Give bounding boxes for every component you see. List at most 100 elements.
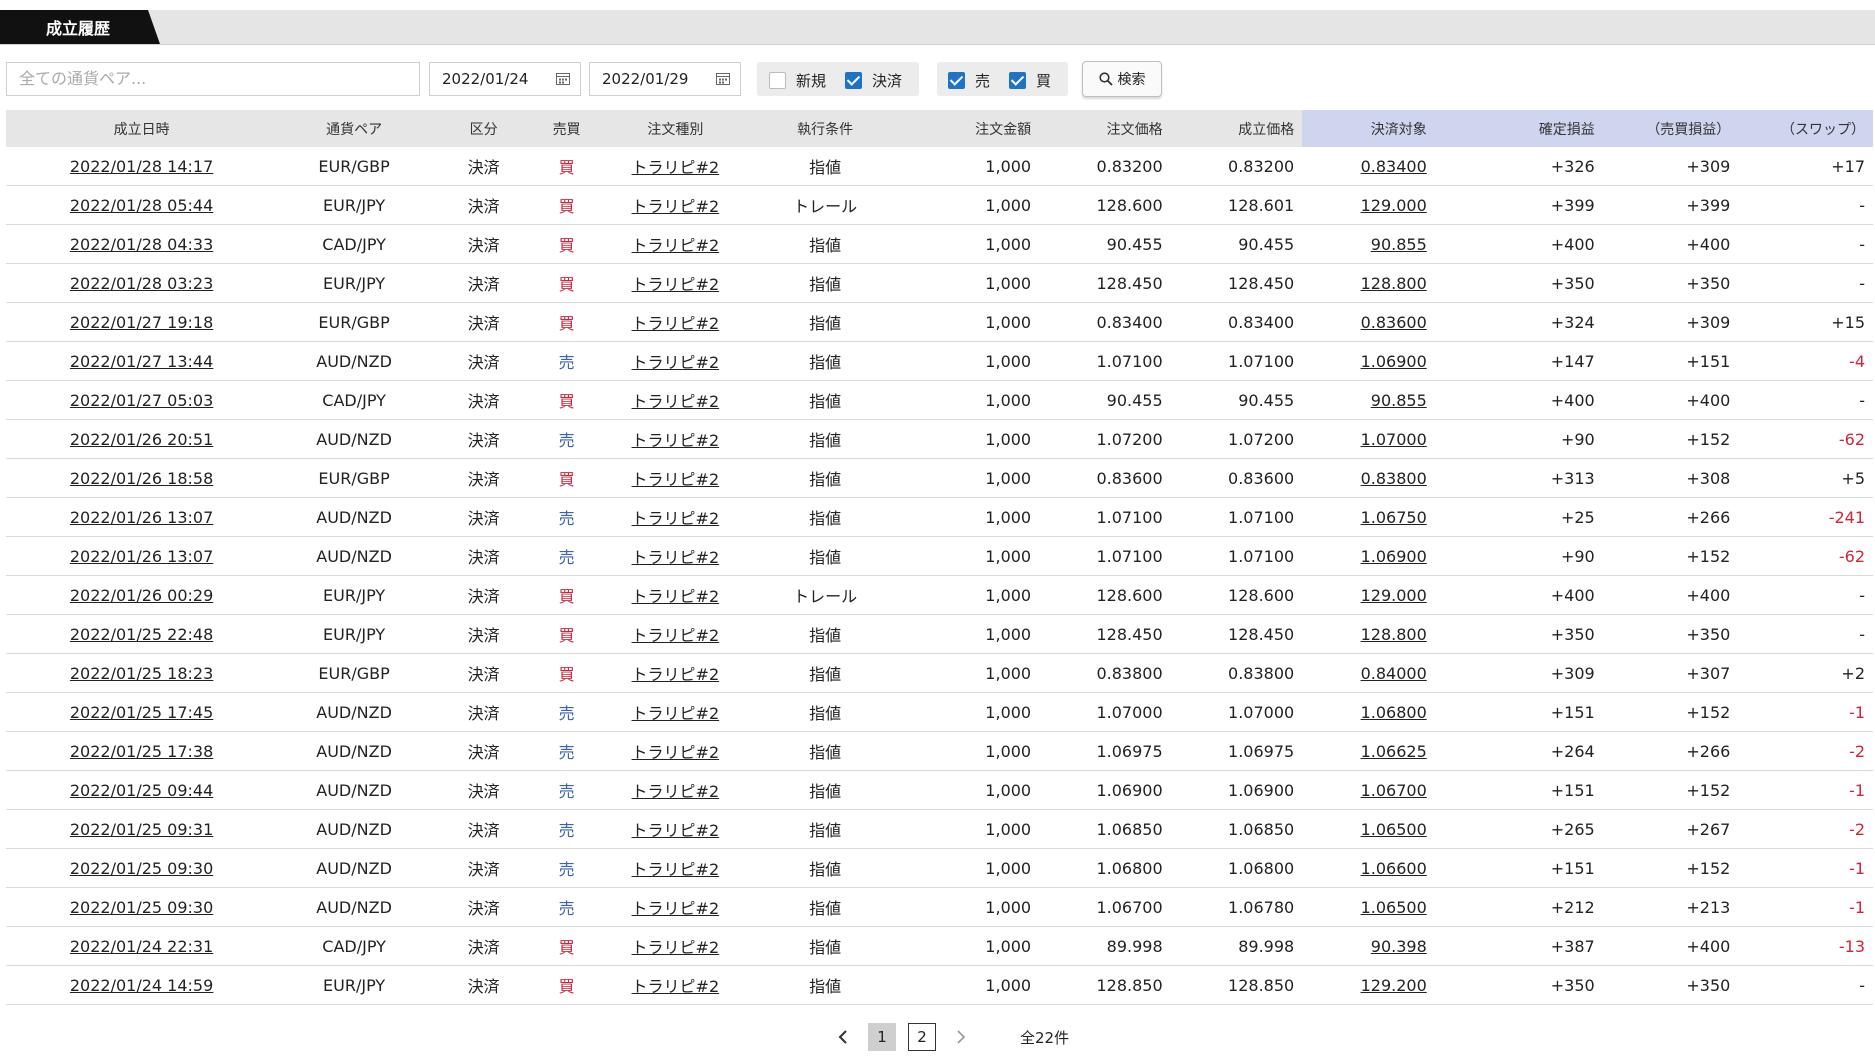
tab-trade-history[interactable]: 成立履歴 xyxy=(0,10,160,44)
checkbox-sell[interactable]: 売 xyxy=(948,70,990,91)
cell-order-kind-text[interactable]: トラリピ#2 xyxy=(632,743,720,762)
cell-settle-target-text[interactable]: 1.07000 xyxy=(1361,430,1427,449)
cell-settle-target-text[interactable]: 1.06750 xyxy=(1361,508,1427,527)
cell-order-kind-text[interactable]: トラリピ#2 xyxy=(632,392,720,411)
cell-date-text[interactable]: 2022/01/25 09:44 xyxy=(70,781,213,800)
col-header-pair[interactable]: 通貨ペア xyxy=(277,110,431,147)
cell-order-kind-text[interactable]: トラリピ#2 xyxy=(632,977,720,996)
col-header-trade-pl[interactable]: （売買損益） xyxy=(1602,110,1739,147)
cell-settle-target-text[interactable]: 1.06625 xyxy=(1361,742,1427,761)
cell-date-text[interactable]: 2022/01/27 19:18 xyxy=(70,313,213,332)
cell-date-text[interactable]: 2022/01/26 13:07 xyxy=(70,547,213,566)
cell-settle-target-text[interactable]: 1.06900 xyxy=(1361,352,1427,371)
cell-date-text[interactable]: 2022/01/25 18:23 xyxy=(70,664,213,683)
cell-date-text[interactable]: 2022/01/26 00:29 xyxy=(70,586,213,605)
cell-date-text[interactable]: 2022/01/25 17:45 xyxy=(70,703,213,722)
checkbox-box[interactable] xyxy=(1009,72,1026,89)
col-header-condition[interactable]: 執行条件 xyxy=(753,110,897,147)
cell-settle-target-text[interactable]: 0.83600 xyxy=(1361,313,1427,332)
cell-date-text[interactable]: 2022/01/28 05:44 xyxy=(70,196,213,215)
cell-side-text: 売 xyxy=(558,860,575,879)
checkbox-buy[interactable]: 買 xyxy=(1009,70,1051,91)
cell-settle-target-text[interactable]: 90.855 xyxy=(1371,391,1427,410)
checkbox-box[interactable] xyxy=(948,72,965,89)
cell-settle-target-text[interactable]: 129.000 xyxy=(1361,196,1427,215)
cell-settle-target-text[interactable]: 0.83800 xyxy=(1361,469,1427,488)
col-header-side[interactable]: 売買 xyxy=(536,110,597,147)
cell-settle-target-text[interactable]: 0.84000 xyxy=(1361,664,1427,683)
cell-settle-target-text[interactable]: 0.83400 xyxy=(1361,157,1427,176)
cell-order-kind-text[interactable]: トラリピ#2 xyxy=(632,353,720,372)
cell-date-text[interactable]: 2022/01/28 14:17 xyxy=(70,157,213,176)
prev-page-icon[interactable] xyxy=(830,1023,856,1051)
cell-date-text[interactable]: 2022/01/27 13:44 xyxy=(70,352,213,371)
cell-date-text[interactable]: 2022/01/28 03:23 xyxy=(70,274,213,293)
cell-date-text[interactable]: 2022/01/24 22:31 xyxy=(70,937,213,956)
cell-settle-target-text[interactable]: 128.800 xyxy=(1361,625,1427,644)
col-header-swap[interactable]: （スワップ） xyxy=(1738,110,1873,147)
col-header-settle-target[interactable]: 決済対象 xyxy=(1302,110,1435,147)
calendar-icon[interactable] xyxy=(556,72,570,85)
cell-order-kind-text[interactable]: トラリピ#2 xyxy=(632,275,720,294)
cell-settle-target-text[interactable]: 1.06500 xyxy=(1361,820,1427,839)
cell-settle-target-text[interactable]: 1.06900 xyxy=(1361,547,1427,566)
cell-settle-target-text[interactable]: 90.398 xyxy=(1371,937,1427,956)
col-header-exec-price[interactable]: 成立価格 xyxy=(1170,110,1303,147)
cell-settle-target-text[interactable]: 1.06800 xyxy=(1361,703,1427,722)
cell-date-text[interactable]: 2022/01/26 20:51 xyxy=(70,430,213,449)
cell-date-text[interactable]: 2022/01/25 09:30 xyxy=(70,859,213,878)
cell-order-kind-text[interactable]: トラリピ#2 xyxy=(632,509,720,528)
next-page-icon[interactable] xyxy=(948,1023,974,1051)
cell-date-text[interactable]: 2022/01/26 13:07 xyxy=(70,508,213,527)
cell-date-text[interactable]: 2022/01/25 09:30 xyxy=(70,898,213,917)
cell-settle-target-text[interactable]: 1.06700 xyxy=(1361,781,1427,800)
cell-settle-target-text[interactable]: 1.06600 xyxy=(1361,859,1427,878)
cell-order-kind-text[interactable]: トラリピ#2 xyxy=(632,587,720,606)
cell-settle-target-text[interactable]: 90.855 xyxy=(1371,235,1427,254)
checkbox-box[interactable] xyxy=(845,72,862,89)
col-header-type[interactable]: 区分 xyxy=(430,110,537,147)
checkbox-close[interactable]: 決済 xyxy=(845,70,902,91)
col-header-date[interactable]: 成立日時 xyxy=(6,110,278,147)
col-header-realized-pl[interactable]: 確定損益 xyxy=(1434,110,1603,147)
cell-order-kind-text[interactable]: トラリピ#2 xyxy=(632,314,720,333)
cell-settle-target-text[interactable]: 1.06500 xyxy=(1361,898,1427,917)
cell-order-kind-text[interactable]: トラリピ#2 xyxy=(632,938,720,957)
cell-settle-target-text[interactable]: 129.200 xyxy=(1361,976,1427,995)
cell-date-text[interactable]: 2022/01/24 14:59 xyxy=(70,976,213,995)
cell-order-kind-text[interactable]: トラリピ#2 xyxy=(632,431,720,450)
cell-order-kind-text[interactable]: トラリピ#2 xyxy=(632,197,720,216)
cell-order-kind-text[interactable]: トラリピ#2 xyxy=(632,626,720,645)
cell-date-text[interactable]: 2022/01/25 17:38 xyxy=(70,742,213,761)
cell-date-text[interactable]: 2022/01/25 09:31 xyxy=(70,820,213,839)
cell-date-text[interactable]: 2022/01/27 05:03 xyxy=(70,391,213,410)
page-2-button[interactable]: 2 xyxy=(908,1023,936,1051)
calendar-icon[interactable] xyxy=(716,72,730,85)
col-header-order-kind[interactable]: 注文種別 xyxy=(596,110,754,147)
cell-order-kind-text[interactable]: トラリピ#2 xyxy=(632,548,720,567)
cell-order-kind-text[interactable]: トラリピ#2 xyxy=(632,782,720,801)
checkbox-box[interactable] xyxy=(769,72,786,89)
col-header-amount[interactable]: 注文金額 xyxy=(896,110,1040,147)
checkbox-new[interactable]: 新規 xyxy=(769,70,826,91)
page-1-button[interactable]: 1 xyxy=(868,1023,896,1051)
cell-order-kind-text[interactable]: トラリピ#2 xyxy=(632,470,720,489)
cell-order-kind-text[interactable]: トラリピ#2 xyxy=(632,704,720,723)
currency-pair-input[interactable] xyxy=(6,62,420,96)
cell-settle-target-text[interactable]: 128.800 xyxy=(1361,274,1427,293)
date-from-field[interactable]: 2022/01/24 xyxy=(429,62,581,96)
cell-order-kind-text[interactable]: トラリピ#2 xyxy=(632,821,720,840)
search-button[interactable]: 検索 xyxy=(1082,61,1162,97)
cell-order-kind-text[interactable]: トラリピ#2 xyxy=(632,158,720,177)
cell-settle-target-text[interactable]: 129.000 xyxy=(1361,586,1427,605)
cell-order-kind-text[interactable]: トラリピ#2 xyxy=(632,899,720,918)
cell-order-kind-text[interactable]: トラリピ#2 xyxy=(632,236,720,255)
cell-order-kind-text[interactable]: トラリピ#2 xyxy=(632,665,720,684)
col-header-order-price[interactable]: 注文価格 xyxy=(1039,110,1171,147)
cell-date-text[interactable]: 2022/01/25 22:48 xyxy=(70,625,213,644)
date-to-field[interactable]: 2022/01/29 xyxy=(589,62,741,96)
cell-exec-price: 128.601 xyxy=(1170,185,1303,225)
cell-date-text[interactable]: 2022/01/26 18:58 xyxy=(70,469,213,488)
cell-order-kind-text[interactable]: トラリピ#2 xyxy=(632,860,720,879)
cell-date-text[interactable]: 2022/01/28 04:33 xyxy=(70,235,213,254)
